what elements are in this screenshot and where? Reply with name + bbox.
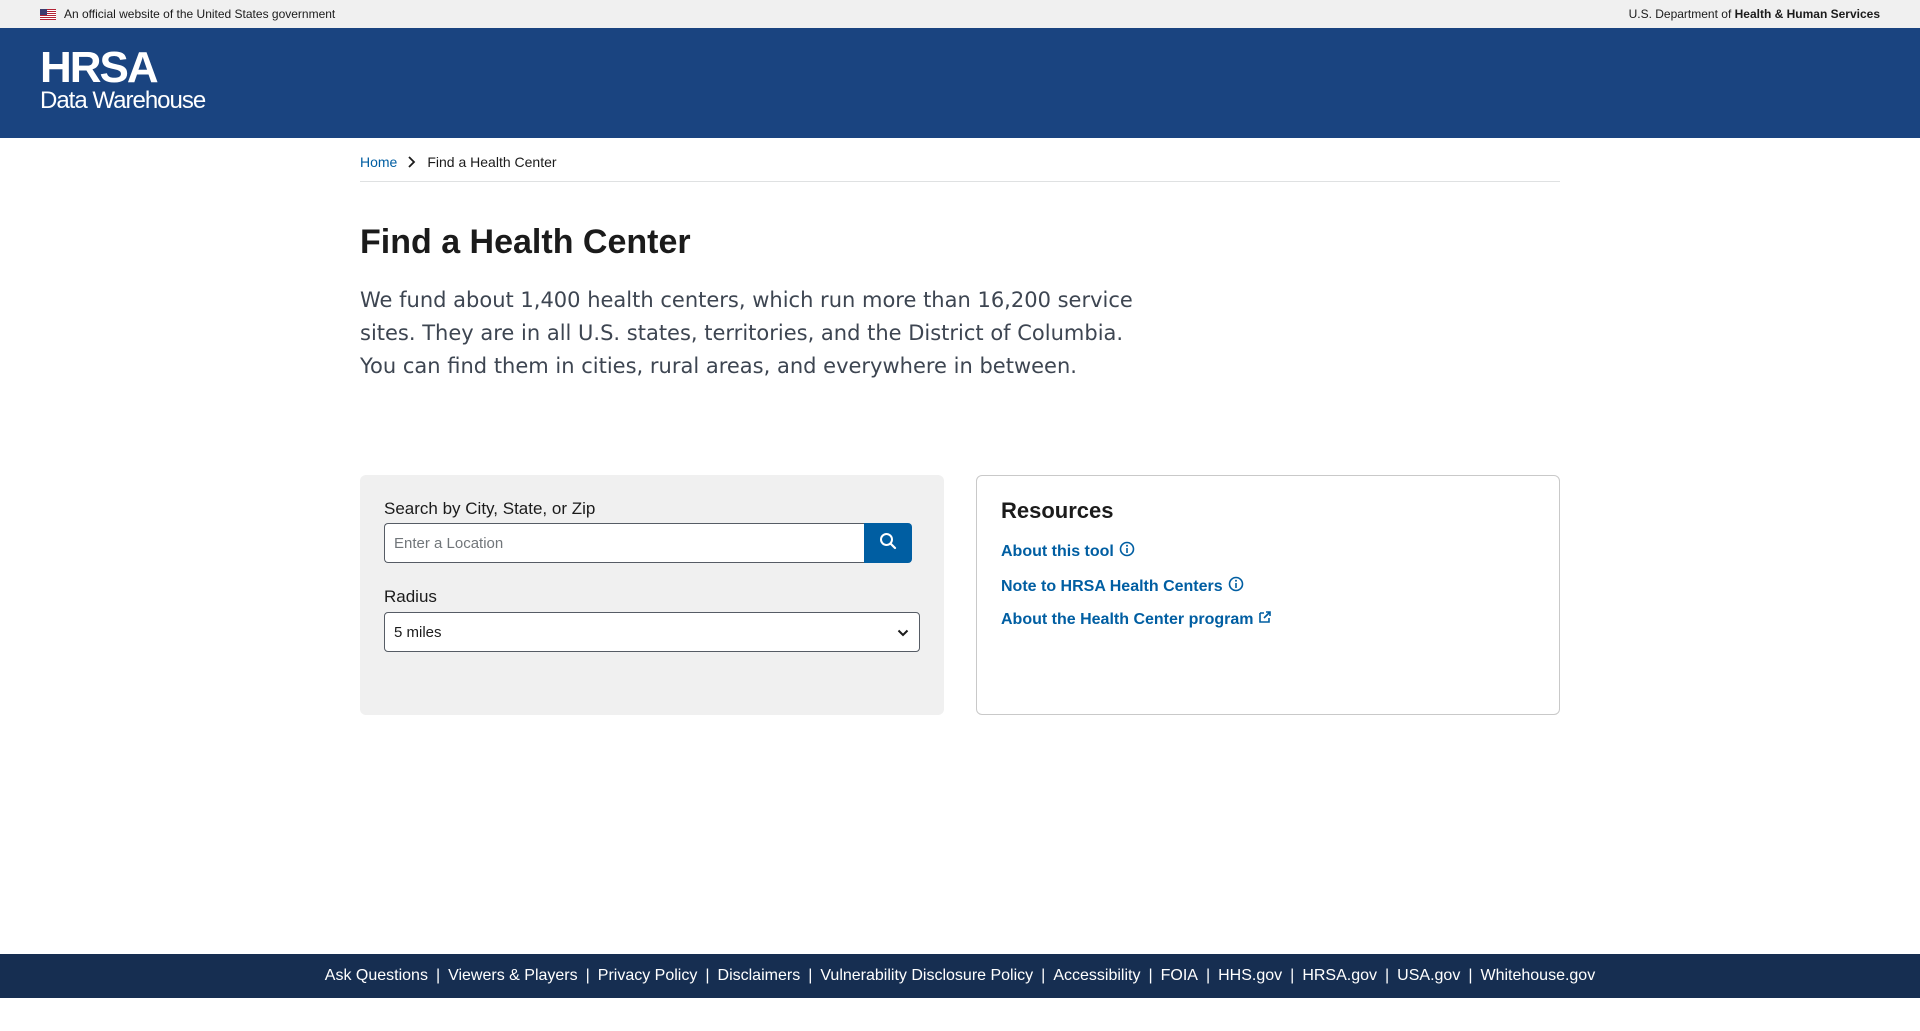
footer-link-vulnerability-disclosure[interactable]: Vulnerability Disclosure Policy [820, 967, 1033, 985]
search-card: Search by City, State, or Zip Enter a Lo… [360, 475, 944, 715]
search-placeholder: Enter a Location [394, 534, 504, 552]
breadcrumb-current: Find a Health Center [427, 153, 557, 170]
footer-link-disclaimers[interactable]: Disclaimers [718, 967, 801, 985]
intro-text: We fund about 1,400 health centers, whic… [360, 288, 1133, 378]
footer-link-foia[interactable]: FOIA [1161, 967, 1198, 985]
us-flag-icon [40, 8, 56, 20]
gov-banner: An official website of the United States… [0, 0, 1920, 28]
page-title: Find a Health Center [360, 223, 691, 261]
official-website-text: An official website of the United States… [64, 7, 336, 21]
radius-label: Radius [384, 587, 437, 606]
note-health-centers-link[interactable]: Note to HRSA Health Centers [1001, 576, 1244, 597]
footer-link-ask-questions[interactable]: Ask Questions [325, 967, 428, 985]
footer-separator: | [705, 967, 710, 984]
search-label: Search by City, State, or Zip [384, 499, 596, 518]
cards-row: Search by City, State, or Zip Enter a Lo… [360, 475, 1560, 715]
footer-separator: | [1468, 967, 1473, 984]
health-center-program-label: About the Health Center program [1001, 610, 1254, 628]
footer-separator: | [435, 967, 441, 984]
about-tool-link[interactable]: About this tool [1001, 541, 1135, 562]
footer-separator: | [808, 967, 813, 984]
gov-banner-left: An official website of the United States… [40, 7, 335, 21]
footer-link-usa[interactable]: USA.gov [1397, 967, 1460, 985]
breadcrumb-home-link[interactable]: Home [360, 154, 397, 170]
footer-separator: | [1041, 967, 1046, 984]
footer-separator: | [1205, 967, 1211, 984]
footer-link-accessibility[interactable]: Accessibility [1053, 967, 1140, 985]
logo-main-text: HRSA [40, 43, 159, 92]
radius-selected-value: 5 miles [394, 623, 442, 641]
footer-separator: | [1148, 967, 1153, 984]
chevron-down-icon [897, 624, 909, 641]
breadcrumb: Home Find a Health Center [360, 138, 1560, 182]
resources-card: Resources About this tool Note to HRSA H… [976, 475, 1560, 715]
resources-title: Resources [1001, 498, 1114, 523]
info-icon [1119, 541, 1135, 562]
footer-separator: | [1290, 967, 1295, 984]
logo-sub-text: Data Warehouse [40, 87, 206, 114]
footer-separator: | [585, 967, 590, 984]
location-search-input[interactable]: Enter a Location [384, 523, 864, 563]
about-tool-label: About this tool [1001, 542, 1114, 560]
radius-select[interactable]: 5 miles [384, 612, 920, 652]
dept-prefix: U.S. Department of [1628, 7, 1735, 21]
dept-name: Health & Human Services [1734, 7, 1880, 21]
chevron-right-icon [407, 155, 417, 169]
hrsa-logo[interactable]: HRSA Data Warehouse [40, 43, 206, 114]
external-link-icon [1258, 610, 1272, 629]
footer-link-viewers-players[interactable]: Viewers & Players [448, 967, 578, 985]
main-content: Home Find a Health Center Find a Health … [360, 138, 1560, 715]
search-button[interactable] [864, 523, 912, 563]
footer-link-privacy-policy[interactable]: Privacy Policy [598, 967, 698, 985]
footer-links: Ask Questions | Viewers & Players | Priv… [325, 967, 1595, 985]
hhs-link[interactable]: U.S. Department of Health & Human Servic… [1629, 7, 1880, 21]
footer-link-hhs[interactable]: HHS.gov [1218, 967, 1282, 985]
footer-link-hrsa[interactable]: HRSA.gov [1302, 967, 1377, 985]
health-center-program-link[interactable]: About the Health Center program [1001, 610, 1272, 629]
footer-link-whitehouse[interactable]: Whitehouse.gov [1480, 967, 1595, 985]
site-footer: Ask Questions | Viewers & Players | Priv… [0, 954, 1920, 998]
search-icon [879, 532, 897, 555]
site-header: HRSA Data Warehouse [0, 28, 1920, 138]
info-icon [1228, 576, 1244, 597]
note-health-centers-label: Note to HRSA Health Centers [1001, 577, 1223, 595]
footer-separator: | [1385, 967, 1390, 984]
